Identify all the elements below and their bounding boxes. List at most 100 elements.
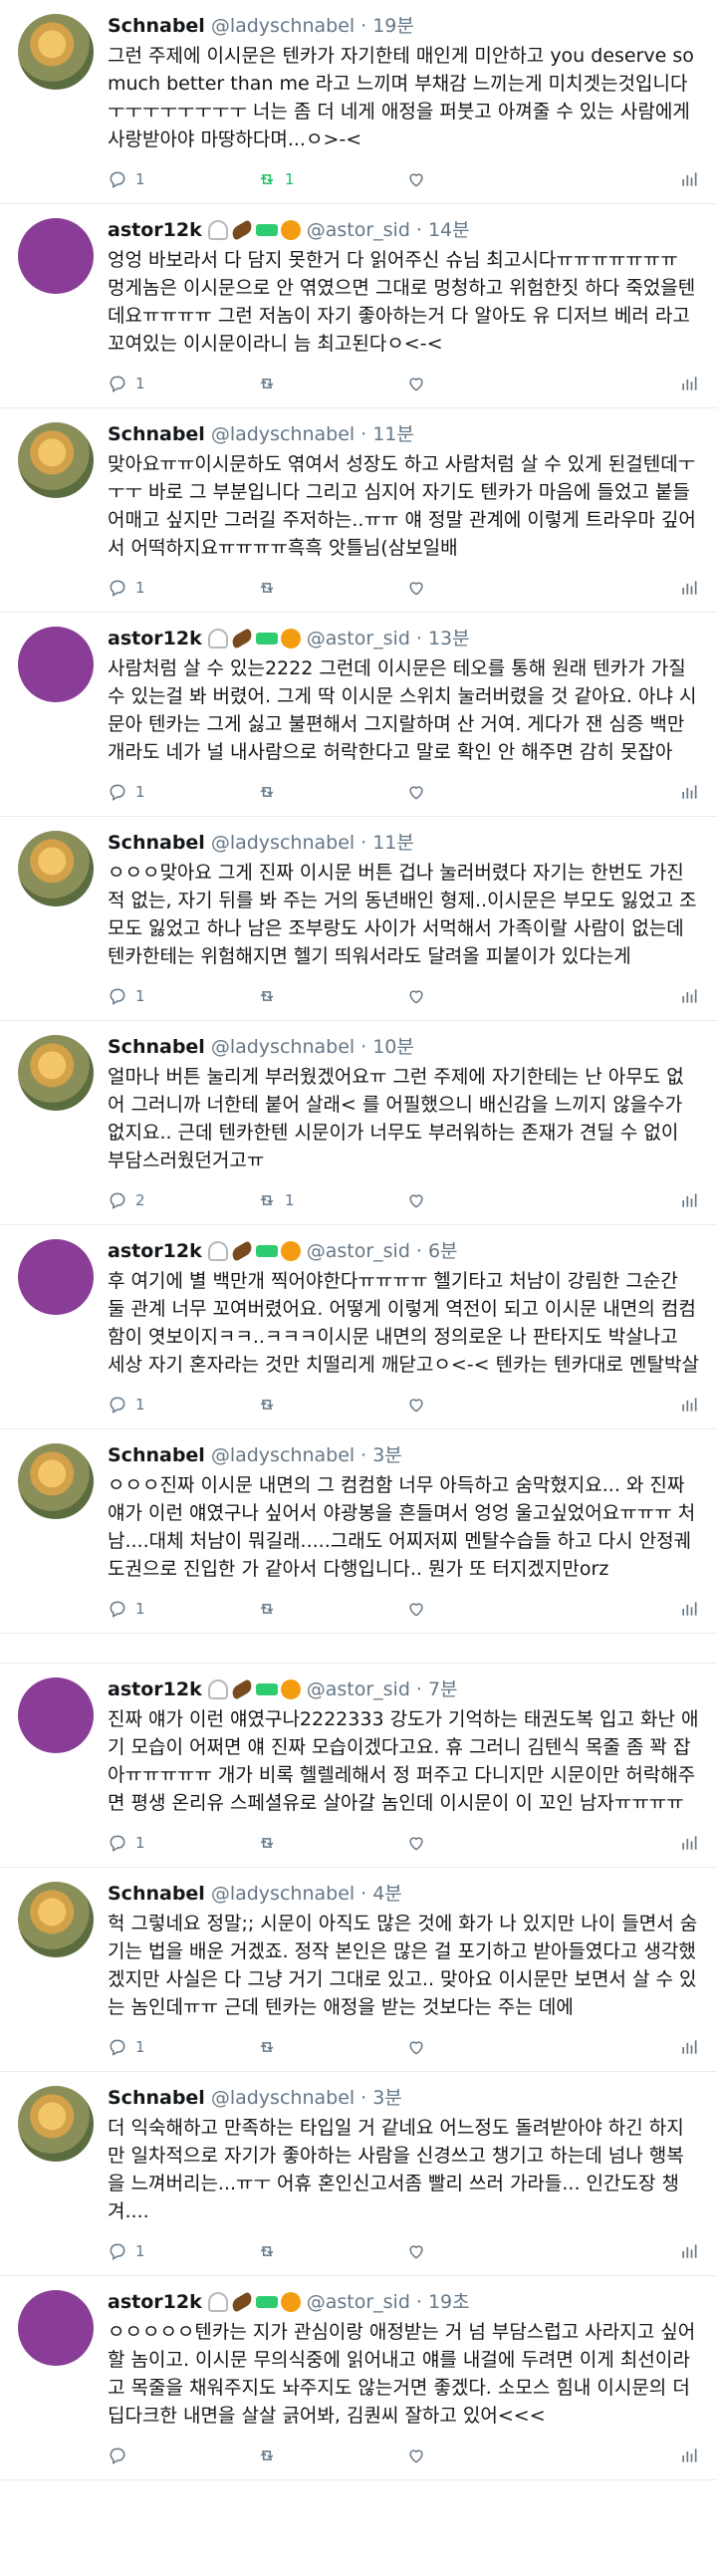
user-handle[interactable]: @ladyschnabel xyxy=(211,1033,355,1061)
display-name[interactable]: Schnabel xyxy=(108,1033,205,1061)
analytics-button[interactable] xyxy=(679,1599,699,1619)
retweet-button[interactable]: 1 xyxy=(257,169,406,189)
reply-button[interactable]: 1 xyxy=(108,169,257,189)
retweet-button[interactable] xyxy=(257,374,406,393)
like-button[interactable] xyxy=(406,1833,556,1853)
analytics-button[interactable] xyxy=(679,578,699,598)
timestamp[interactable]: 3분 xyxy=(372,2084,402,2112)
retweet-button[interactable] xyxy=(257,2037,406,2057)
display-name[interactable]: astor12k xyxy=(108,625,202,652)
analytics-button[interactable] xyxy=(679,1395,699,1415)
user-handle[interactable]: @astor_sid xyxy=(307,2288,410,2316)
user-handle[interactable]: @astor_sid xyxy=(307,625,410,652)
analytics-button[interactable] xyxy=(679,2446,699,2465)
reply-button[interactable]: 1 xyxy=(108,2241,257,2261)
retweet-button[interactable] xyxy=(257,2446,406,2465)
like-button[interactable] xyxy=(406,578,556,598)
reply-button[interactable]: 1 xyxy=(108,1833,257,1853)
tweet[interactable]: astor12k @astor_sid · 13분 사람처럼 살 수 있는2222 그런… xyxy=(0,613,717,817)
analytics-button[interactable] xyxy=(679,782,699,802)
retweet-button[interactable] xyxy=(257,986,406,1006)
user-handle[interactable]: @ladyschnabel xyxy=(211,829,355,857)
display-name[interactable]: Schnabel xyxy=(108,1441,205,1469)
like-button[interactable] xyxy=(406,986,556,1006)
like-button[interactable] xyxy=(406,1599,556,1619)
user-handle[interactable]: @ladyschnabel xyxy=(211,2084,355,2112)
display-name[interactable]: Schnabel xyxy=(108,2084,205,2112)
timestamp[interactable]: 11분 xyxy=(372,829,414,857)
display-name[interactable]: astor12k xyxy=(108,1675,202,1703)
analytics-button[interactable] xyxy=(679,1833,699,1853)
display-name[interactable]: astor12k xyxy=(108,1237,202,1265)
analytics-button[interactable] xyxy=(679,1190,699,1210)
user-handle[interactable]: @ladyschnabel xyxy=(211,1441,355,1469)
timestamp[interactable]: 19초 xyxy=(428,2288,470,2316)
tweet[interactable]: Schnabel @ladyschnabel · 10분 얼마나 버튼 눌리게 부러웠겠… xyxy=(0,1021,717,1225)
retweet-button[interactable] xyxy=(257,2241,406,2261)
tweet[interactable]: Schnabel @ladyschnabel · 3분 더 익숙해하고 만족하는 타입일… xyxy=(0,2072,717,2276)
reply-button[interactable]: 1 xyxy=(108,374,257,393)
display-name[interactable]: astor12k xyxy=(108,216,202,244)
like-button[interactable] xyxy=(406,2241,556,2261)
timestamp[interactable]: 14분 xyxy=(428,216,470,244)
timestamp[interactable]: 19분 xyxy=(372,12,414,40)
user-handle[interactable]: @ladyschnabel xyxy=(211,420,355,448)
like-button[interactable] xyxy=(406,1395,556,1415)
like-button[interactable] xyxy=(406,2037,556,2057)
retweet-button[interactable] xyxy=(257,1833,406,1853)
reply-button[interactable]: 1 xyxy=(108,986,257,1006)
avatar[interactable] xyxy=(18,2086,94,2162)
user-handle[interactable]: @ladyschnabel xyxy=(211,1880,355,1908)
timestamp[interactable]: 7분 xyxy=(428,1675,458,1703)
analytics-button[interactable] xyxy=(679,169,699,189)
avatar[interactable] xyxy=(18,831,94,906)
reply-button[interactable] xyxy=(108,2446,257,2465)
user-handle[interactable]: @astor_sid xyxy=(307,1675,410,1703)
like-button[interactable] xyxy=(406,374,556,393)
user-handle[interactable]: @astor_sid xyxy=(307,216,410,244)
user-handle[interactable]: @astor_sid xyxy=(307,1237,410,1265)
timestamp[interactable]: 4분 xyxy=(372,1880,402,1908)
retweet-button[interactable] xyxy=(257,782,406,802)
like-button[interactable] xyxy=(406,782,556,802)
tweet[interactable]: astor12k @astor_sid · 6분 후 여기에 별 백만개 찍어야한다ㅠㅠ… xyxy=(0,1225,717,1429)
timestamp[interactable]: 3분 xyxy=(372,1441,402,1469)
tweet[interactable]: Schnabel @ladyschnabel · 4분 헉 그렇네요 정말;; 시문이 … xyxy=(0,1868,717,2072)
tweet[interactable]: Schnabel @ladyschnabel · 3분 ㅇㅇㅇ진짜 이시문 내면의 그 … xyxy=(0,1429,717,1634)
avatar[interactable] xyxy=(18,1882,94,1957)
analytics-button[interactable] xyxy=(679,374,699,393)
retweet-button[interactable] xyxy=(257,1599,406,1619)
reply-button[interactable]: 2 xyxy=(108,1190,257,1210)
avatar[interactable] xyxy=(18,1035,94,1111)
display-name[interactable]: astor12k xyxy=(108,2288,202,2316)
tweet[interactable]: Schnabel @ladyschnabel · 19분 그런 주제에 이시문은 텐카가… xyxy=(0,0,717,204)
analytics-button[interactable] xyxy=(679,986,699,1006)
avatar[interactable] xyxy=(18,1677,94,1753)
retweet-button[interactable] xyxy=(257,578,406,598)
tweet[interactable]: Schnabel @ladyschnabel · 11분 ㅇㅇㅇ맞아요 그게 진짜 이시… xyxy=(0,817,717,1021)
like-button[interactable] xyxy=(406,169,556,189)
avatar[interactable] xyxy=(18,14,94,90)
reply-button[interactable]: 1 xyxy=(108,2037,257,2057)
avatar[interactable] xyxy=(18,218,94,294)
tweet[interactable]: astor12k @astor_sid · 19초 ㅇㅇㅇㅇㅇ텐카는 지가 관심이랑 애… xyxy=(0,2276,717,2480)
analytics-button[interactable] xyxy=(679,2037,699,2057)
retweet-button[interactable] xyxy=(257,1395,406,1415)
reply-button[interactable]: 1 xyxy=(108,1395,257,1415)
display-name[interactable]: Schnabel xyxy=(108,12,205,40)
display-name[interactable]: Schnabel xyxy=(108,1880,205,1908)
reply-button[interactable]: 1 xyxy=(108,578,257,598)
avatar[interactable] xyxy=(18,1443,94,1519)
timestamp[interactable]: 10분 xyxy=(372,1033,414,1061)
timestamp[interactable]: 13분 xyxy=(428,625,470,652)
tweet[interactable]: astor12k @astor_sid · 14분 엉엉 바보라서 다 담지 못한거 다… xyxy=(0,204,717,408)
avatar[interactable] xyxy=(18,1239,94,1315)
reply-button[interactable]: 1 xyxy=(108,782,257,802)
tweet[interactable]: astor12k @astor_sid · 7분 진짜 얘가 이런 얘였구나222233… xyxy=(0,1664,717,1868)
timestamp[interactable]: 11분 xyxy=(372,420,414,448)
like-button[interactable] xyxy=(406,2446,556,2465)
tweet[interactable]: Schnabel @ladyschnabel · 11분 맞아요ㅠㅠ이시문하도 엮여서 … xyxy=(0,408,717,613)
analytics-button[interactable] xyxy=(679,2241,699,2261)
avatar[interactable] xyxy=(18,422,94,498)
reply-button[interactable]: 1 xyxy=(108,1599,257,1619)
